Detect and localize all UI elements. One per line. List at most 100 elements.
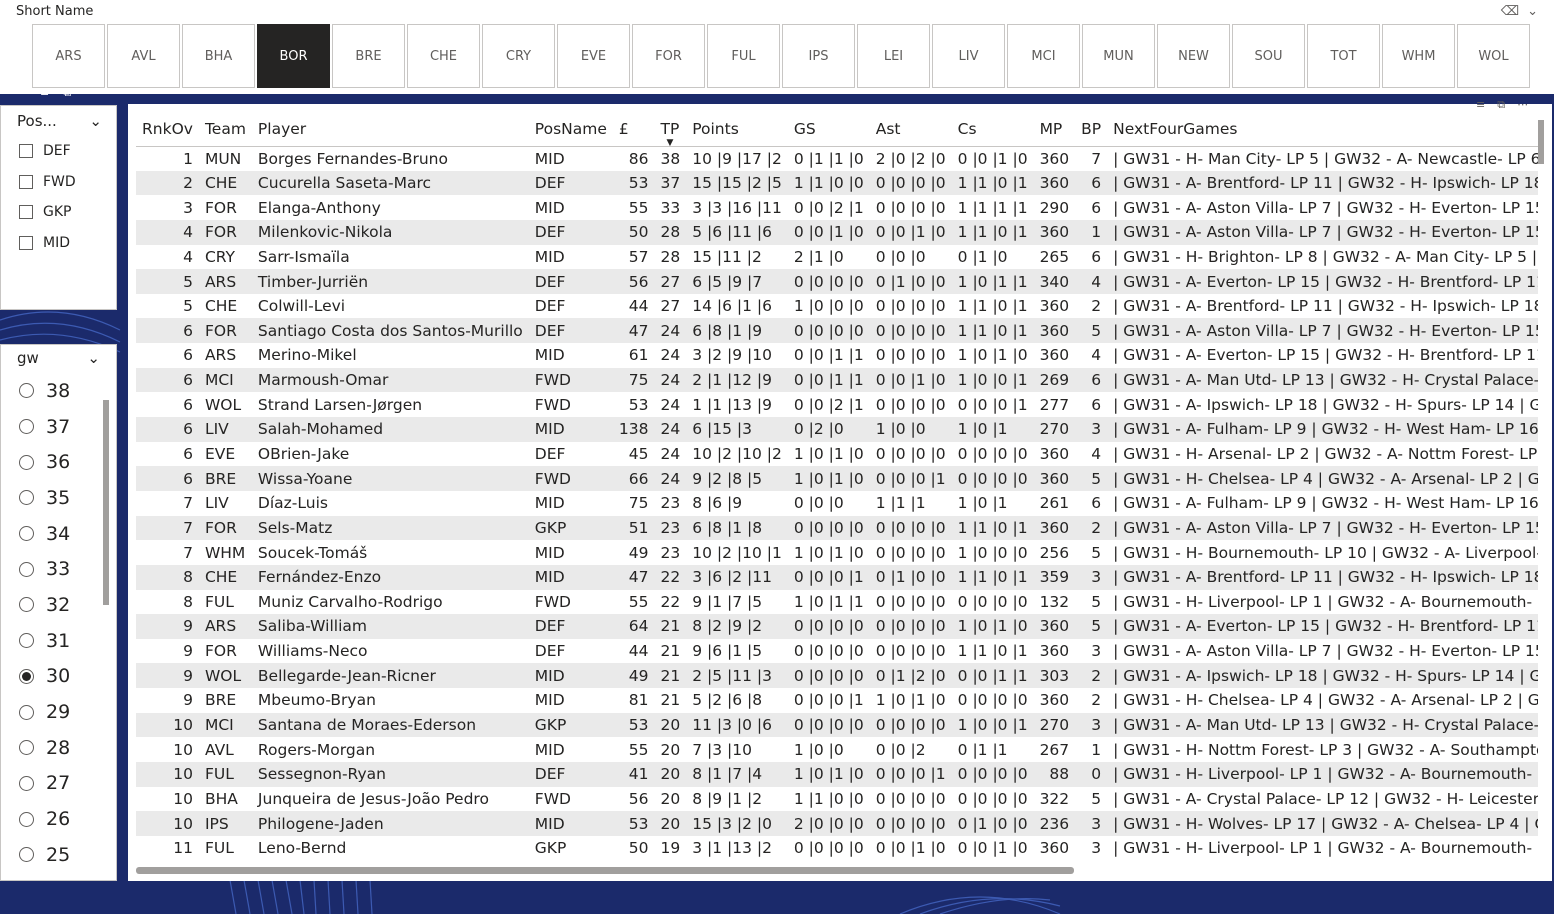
table-row[interactable]: 1 MUN Borges Fernandes-Bruno MID 86 38 10 |9 |…: [136, 146, 1538, 171]
table-row[interactable]: 10 BHA Junqueira de Jesus-João Pedro FWD 56 2…: [136, 787, 1538, 812]
more-options-icon[interactable]: ⋯: [85, 86, 96, 100]
table-row[interactable]: 8 CHE Fernández-Enzo MID 47 22 3 |6 |2 |11 0 |0…: [136, 564, 1538, 590]
table-horizontal-scrollbar[interactable]: [136, 867, 1074, 874]
position-option-fwd[interactable]: FWD: [1, 167, 116, 198]
table-row[interactable]: 6 MCI Marmoush-Omar FWD 75 24 2 |1 |12 |9 0 |0 …: [136, 367, 1538, 393]
column-header-team[interactable]: Team: [198, 112, 252, 147]
radio-button[interactable]: [19, 419, 34, 435]
table-row[interactable]: 6 WOL Strand Larsen-Jørgen FWD 53 24 1 |1 |13 …: [136, 392, 1538, 417]
focus-mode-icon[interactable]: ⧉: [63, 86, 71, 100]
gameweek-option-31[interactable]: 31: [1, 623, 101, 659]
team-button-wol[interactable]: WOL: [1457, 24, 1530, 88]
gameweek-option-33[interactable]: 33: [1, 551, 101, 587]
team-button-mci[interactable]: MCI: [1007, 24, 1080, 88]
table-row[interactable]: 5 CHE Colwill-Levi DEF 44 27 14 |6 |1 |6 1 |0 |…: [136, 294, 1538, 319]
table-row[interactable]: 9 BRE Mbeumo-Bryan MID 81 21 5 |2 |6 |8 0 |0 |0…: [136, 688, 1538, 713]
table-row[interactable]: 7 FOR Sels-Matz GKP 51 23 6 |8 |1 |8 0 |0 |0 |0…: [136, 515, 1538, 541]
column-header-nextfourgames[interactable]: NextFourGames: [1107, 112, 1538, 147]
column-header-gs[interactable]: GS: [787, 112, 870, 147]
table-row[interactable]: 6 ARS Merino-Mikel MID 61 24 3 |2 |9 |10 0 |0 |…: [136, 343, 1538, 368]
team-button-cry[interactable]: CRY: [482, 24, 555, 88]
more-options-icon[interactable]: ⋯: [1517, 98, 1528, 112]
chevron-down-icon[interactable]: ⌄: [1527, 4, 1538, 19]
table-row[interactable]: 10 IPS Philogene-Jaden MID 53 20 15 |3 |2 |0 2 …: [136, 811, 1538, 836]
gameweek-option-36[interactable]: 36: [1, 444, 101, 480]
table-row[interactable]: 6 BRE Wissa-Yoane FWD 66 24 9 |2 |8 |5 1 |0 |1 …: [136, 466, 1538, 491]
radio-button[interactable]: [19, 811, 34, 827]
team-button-eve[interactable]: EVE: [557, 24, 630, 88]
team-button-mun[interactable]: MUN: [1082, 24, 1155, 88]
column-header-bp[interactable]: BP: [1075, 112, 1108, 147]
table-vertical-scrollbar[interactable]: [1538, 120, 1544, 164]
gameweek-scrollbar[interactable]: [103, 400, 109, 605]
team-button-ars[interactable]: ARS: [32, 24, 105, 88]
team-button-avl[interactable]: AVL: [107, 24, 180, 88]
table-row[interactable]: 4 FOR Milenkovic-Nikola DEF 50 28 5 |6 |11 |6 0…: [136, 219, 1538, 245]
column-header-points[interactable]: Points: [686, 112, 788, 147]
column-header-price[interactable]: £: [612, 112, 655, 147]
position-option-mid[interactable]: MID: [1, 228, 116, 259]
team-button-che[interactable]: CHE: [407, 24, 480, 88]
table-row[interactable]: 3 FOR Elanga-Anthony MID 55 33 3 |3 |16 |11 0 |…: [136, 195, 1538, 220]
radio-button[interactable]: [19, 561, 34, 577]
team-button-for[interactable]: FOR: [632, 24, 705, 88]
filter-icon[interactable]: ≡: [1476, 98, 1485, 112]
focus-mode-icon[interactable]: ⧉: [1497, 98, 1505, 112]
table-row[interactable]: 9 FOR Williams-Neco DEF 44 21 9 |6 |1 |5 0 |0 |…: [136, 639, 1538, 664]
gameweek-option-32[interactable]: 32: [1, 587, 101, 623]
table-row[interactable]: 9 WOL Bellegarde-Jean-Ricner MID 49 21 2 |5 |1…: [136, 663, 1538, 689]
team-button-bre[interactable]: BRE: [332, 24, 405, 88]
gameweek-option-26[interactable]: 26: [1, 801, 101, 837]
table-row[interactable]: 10 MCI Santana de Moraes-Ederson GKP 53 20 11 …: [136, 712, 1538, 738]
gameweek-option-34[interactable]: 34: [1, 516, 101, 552]
gameweek-option-37[interactable]: 37: [1, 409, 101, 445]
table-row[interactable]: 11 FUL Leno-Bernd GKP 50 19 3 |1 |13 |2 0 |0 |0…: [136, 836, 1538, 861]
chevron-down-icon[interactable]: ⌄: [89, 112, 102, 130]
column-header-ast[interactable]: Ast: [869, 112, 952, 147]
table-row[interactable]: 6 FOR Santiago Costa dos Santos-Murillo DEF…: [136, 318, 1538, 344]
radio-button[interactable]: [19, 633, 34, 649]
team-button-tot[interactable]: TOT: [1307, 24, 1380, 88]
gameweek-option-30[interactable]: 30: [1, 659, 101, 695]
team-button-ips[interactable]: IPS: [782, 24, 855, 88]
checkbox[interactable]: [19, 144, 33, 159]
team-button-lei[interactable]: LEI: [857, 24, 930, 88]
column-header-cs[interactable]: Cs: [951, 112, 1034, 147]
team-button-bor[interactable]: BOR: [257, 24, 330, 88]
gameweek-option-38[interactable]: 38: [1, 373, 101, 409]
radio-button[interactable]: [19, 847, 34, 863]
team-button-new[interactable]: NEW: [1157, 24, 1230, 88]
team-button-whm[interactable]: WHM: [1382, 24, 1455, 88]
table-row[interactable]: 7 LIV Díaz-Luis MID 75 23 8 |6 |9 0 |0 |0 1 |1 |…: [136, 491, 1538, 516]
gameweek-option-27[interactable]: 27: [1, 766, 101, 802]
table-row[interactable]: 8 FUL Muniz Carvalho-Rodrigo FWD 55 22 9 |1 |7…: [136, 590, 1538, 615]
table-row[interactable]: 4 CRY Sarr-Ismaïla MID 57 28 15 |11 |2 2 |1 |0 0…: [136, 245, 1538, 270]
column-header-rnkov[interactable]: RnkOv: [136, 112, 199, 147]
position-option-def[interactable]: DEF: [1, 136, 116, 167]
gameweek-option-35[interactable]: 35: [1, 480, 101, 516]
radio-button[interactable]: [19, 490, 34, 506]
gameweek-option-25[interactable]: 25: [1, 837, 101, 873]
table-row[interactable]: 6 EVE OBrien-Jake DEF 45 24 10 |2 |10 |2 1 |0 |…: [136, 442, 1538, 467]
team-button-ful[interactable]: FUL: [707, 24, 780, 88]
column-header-posname[interactable]: PosName: [528, 112, 613, 147]
table-row[interactable]: 10 AVL Rogers-Morgan MID 55 20 7 |3 |10 1 |0 |0…: [136, 737, 1538, 762]
radio-button[interactable]: [19, 775, 34, 791]
table-row[interactable]: 2 CHE Cucurella Saseta-Marc DEF 53 37 15 |15 |…: [136, 170, 1538, 196]
table-row[interactable]: 7 WHM Soucek-Tomáš MID 49 23 10 |2 |10 |1 1 |0 …: [136, 540, 1538, 565]
radio-button[interactable]: [19, 597, 34, 613]
checkbox[interactable]: [19, 205, 33, 220]
team-button-sou[interactable]: SOU: [1232, 24, 1305, 88]
table-row[interactable]: 9 ARS Saliba-William DEF 64 21 8 |2 |9 |2 0 |0 …: [136, 614, 1538, 639]
table-row[interactable]: 6 LIV Salah-Mohamed MID 138 24 6 |15 |3 0 |2 |0…: [136, 417, 1538, 442]
team-button-liv[interactable]: LIV: [932, 24, 1005, 88]
table-row[interactable]: 10 FUL Sessegnon-Ryan DEF 41 20 8 |1 |7 |4 1 |0…: [136, 762, 1538, 787]
gameweek-option-29[interactable]: 29: [1, 694, 101, 730]
column-header-mp[interactable]: MP: [1033, 112, 1076, 147]
position-option-gkp[interactable]: GKP: [1, 197, 116, 228]
table-row[interactable]: 5 ARS Timber-Jurriën DEF 56 27 6 |5 |9 |7 0 |0 …: [136, 269, 1538, 294]
column-header-tp[interactable]: TP ▼: [654, 112, 687, 148]
radio-button[interactable]: [19, 526, 34, 542]
column-header-player[interactable]: Player: [251, 112, 529, 147]
gameweek-option-28[interactable]: 28: [1, 730, 101, 766]
